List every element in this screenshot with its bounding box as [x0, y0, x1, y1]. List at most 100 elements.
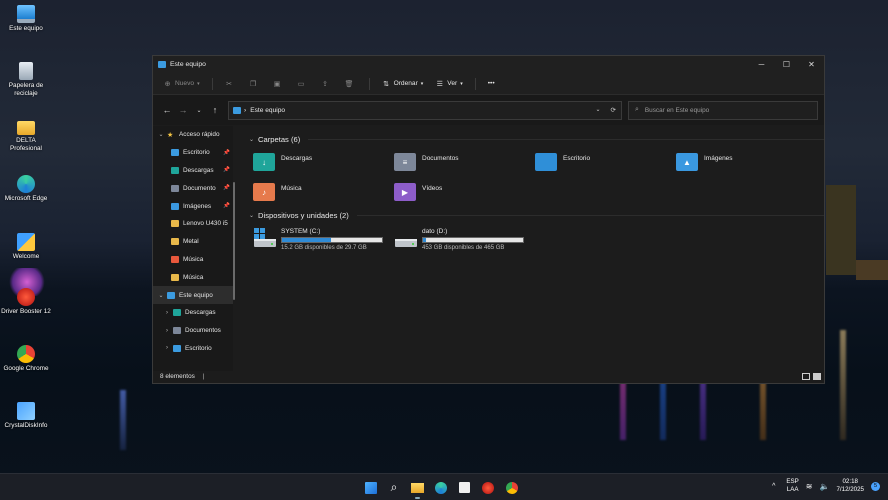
show-hidden-icons-button[interactable]: ^ — [772, 483, 775, 490]
crystaldiskinfo-icon — [17, 402, 35, 420]
folder-icon — [173, 327, 181, 335]
wifi-icon[interactable]: ≋ — [806, 482, 813, 491]
sidebar-item[interactable]: Lenovo U430 i5 — [153, 215, 233, 233]
sidebar-item[interactable]: Música — [153, 268, 233, 286]
forward-button[interactable]: → — [175, 105, 191, 115]
folder-icon — [535, 153, 557, 171]
sidebar-chevron[interactable]: ⌄ — [155, 131, 167, 138]
sidebar-item[interactable]: ⌄ ★ Acceso rápido — [153, 126, 233, 144]
sidebar-item[interactable]: Música — [153, 251, 233, 269]
paste-button[interactable]: ▣ — [273, 79, 285, 88]
edge-taskbar-button[interactable] — [433, 479, 450, 496]
breadcrumb-location[interactable]: Este equipo — [250, 107, 285, 114]
folder-label: Música — [281, 184, 302, 192]
sidebar-item[interactable]: › Descargas — [153, 304, 233, 322]
pin-icon: 📌 — [223, 203, 230, 210]
group-title: Carpetas (6) — [258, 134, 301, 144]
tiles-view-button[interactable] — [813, 372, 821, 380]
up-button[interactable]: ↑ — [207, 105, 223, 115]
folder-item[interactable]: ↓ Descargas — [253, 152, 394, 172]
wallpaper-reflection — [120, 390, 126, 450]
folder-icon — [171, 149, 179, 157]
folder-item[interactable]: ≡ Documentos — [394, 152, 535, 172]
sidebar-item[interactable]: › Documentos — [153, 322, 233, 340]
back-button[interactable]: ← — [159, 105, 175, 115]
drive-item[interactable]: dato (D:) 453 GB disponibles de 465 GB — [394, 228, 524, 251]
desktop-icon-edge[interactable]: Microsoft Edge — [0, 175, 52, 203]
copy-icon: ❐ — [249, 80, 257, 88]
chrome-taskbar-button[interactable] — [503, 479, 520, 496]
cut-button[interactable]: ✂ — [225, 79, 237, 88]
sidebar-chevron[interactable]: ⌄ — [155, 292, 167, 299]
sidebar-item[interactable]: Documento 📌 — [153, 179, 233, 197]
desktop-icon-chrome[interactable]: Google Chrome — [0, 345, 52, 373]
more-options-button[interactable]: ••• — [488, 80, 495, 87]
driver-booster-taskbar-button[interactable] — [480, 479, 497, 496]
title-bar[interactable]: Este equipo ─ ☐ ✕ — [153, 56, 824, 73]
copy-button[interactable]: ❐ — [249, 79, 261, 88]
folder-icon — [171, 184, 179, 192]
desktop-icon-delta[interactable]: DELTA Profesional — [0, 119, 52, 152]
desktop-icon-este-equipo[interactable]: Este equipo — [0, 5, 52, 33]
notification-badge[interactable]: 5 — [871, 481, 880, 491]
close-button[interactable]: ✕ — [799, 56, 824, 73]
clock[interactable]: 02:18 7/12/2025 — [836, 478, 864, 494]
folder-icon — [171, 238, 179, 246]
folder-label: Imágenes — [704, 154, 733, 162]
sidebar-item[interactable]: Metal — [153, 233, 233, 251]
sidebar-scrollbar[interactable] — [233, 182, 235, 300]
sort-button[interactable]: ⇅ Ordenar ▾ — [382, 79, 423, 88]
store-taskbar-button[interactable] — [456, 479, 473, 496]
desktop-icon-welcome[interactable]: Welcome — [0, 233, 52, 261]
keyboard-layout: LAA — [786, 486, 799, 493]
new-button[interactable]: ⊕ Nuevo ▾ — [163, 79, 200, 88]
details-view-button[interactable] — [802, 372, 810, 380]
recycle-bin-icon — [19, 62, 33, 80]
folder-item[interactable]: ♪ Música — [253, 182, 394, 202]
computer-icon — [17, 5, 35, 23]
maximize-button[interactable]: ☐ — [774, 56, 799, 73]
sidebar-item-label: Música — [183, 273, 204, 281]
minimize-button[interactable]: ─ — [749, 56, 774, 73]
sidebar-item-label: Imágenes — [183, 202, 212, 210]
sidebar-item-label: Escritorio — [185, 344, 212, 352]
sidebar-chevron[interactable]: › — [161, 328, 173, 334]
delete-button[interactable]: 🗑 — [345, 79, 357, 88]
volume-icon[interactable]: 🔈 — [820, 482, 830, 491]
group-header-drives[interactable]: ⌄ Dispositivos y unidades (2) — [249, 208, 824, 222]
sidebar-item[interactable]: Descargas 📌 — [153, 162, 233, 180]
rename-button[interactable]: ▭ — [297, 79, 309, 88]
view-button[interactable]: ☰ Ver ▾ — [435, 79, 463, 88]
sidebar-item[interactable]: Imágenes 📌 — [153, 197, 233, 215]
chevron-down-icon[interactable]: ⌄ — [595, 106, 600, 114]
folder-item[interactable]: ▲ Imágenes — [676, 152, 817, 172]
folder-item[interactable]: Escritorio — [535, 152, 676, 172]
recent-locations-button[interactable]: ⌄ — [191, 107, 207, 114]
desktop-icon-driver-booster[interactable]: Driver Booster 12 — [0, 288, 52, 316]
hard-drive-icon — [394, 228, 418, 248]
windows-start-taskbar-button[interactable] — [362, 479, 379, 496]
refresh-icon[interactable]: ⟳ — [610, 106, 616, 114]
sidebar-chevron[interactable]: › — [161, 345, 173, 351]
address-bar[interactable]: › Este equipo ⌄ ⟳ — [228, 100, 622, 120]
search-taskbar-button[interactable]: ⌕ — [386, 479, 403, 496]
desktop-icon-crystaldiskinfo[interactable]: CrystalDiskInfo — [0, 402, 52, 430]
sidebar-item[interactable]: › Escritorio — [153, 340, 233, 358]
drive-name: SYSTEM (C:) — [281, 228, 321, 235]
sidebar-item[interactable]: Escritorio 📌 — [153, 144, 233, 162]
scissors-icon: ✂ — [226, 80, 233, 88]
desktop-icon-label: Microsoft Edge — [4, 195, 48, 202]
drive-item[interactable]: SYSTEM (C:) 15.2 GB disponibles de 29.7 G… — [253, 228, 383, 251]
language-indicator[interactable]: ESP LAA — [786, 478, 798, 494]
file-explorer-taskbar-button[interactable] — [409, 479, 426, 499]
folder-item[interactable]: ▶ Vídeos — [394, 182, 535, 202]
sidebar-chevron[interactable]: › — [161, 310, 173, 316]
folder-icon — [171, 166, 179, 174]
search-input[interactable]: ⌕ Buscar en Este equipo — [628, 100, 818, 120]
share-button[interactable]: ⇪ — [321, 79, 333, 88]
edge-icon — [17, 175, 35, 193]
group-header-folders[interactable]: ⌄ Carpetas (6) — [249, 132, 824, 146]
folder-icon — [173, 309, 181, 317]
desktop-icon-papelera[interactable]: Papelera de reciclaje — [0, 62, 52, 97]
sidebar-item[interactable]: ⌄ Este equipo — [153, 286, 233, 304]
